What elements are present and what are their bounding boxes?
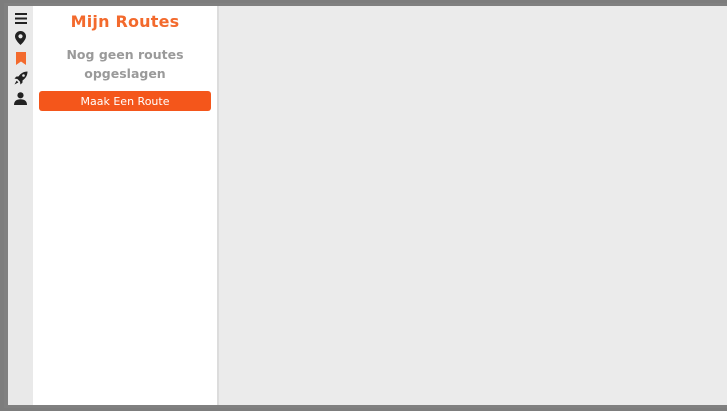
location-pin-icon[interactable] [13,30,29,46]
panel-title: Mijn Routes [70,12,180,31]
icon-sidebar [8,6,33,405]
user-icon[interactable] [13,90,29,106]
app-window: Mijn Routes Nog geen routes opgeslagen M… [4,3,727,408]
menu-icon[interactable] [13,10,29,26]
rocket-icon[interactable] [13,70,29,86]
empty-routes-message: Nog geen routes opgeslagen [66,47,184,81]
routes-panel: Mijn Routes Nog geen routes opgeslagen M… [33,6,219,405]
map-area[interactable] [219,6,727,405]
bookmark-icon[interactable] [13,50,29,66]
create-route-button[interactable]: Maak Een Route [39,91,211,111]
